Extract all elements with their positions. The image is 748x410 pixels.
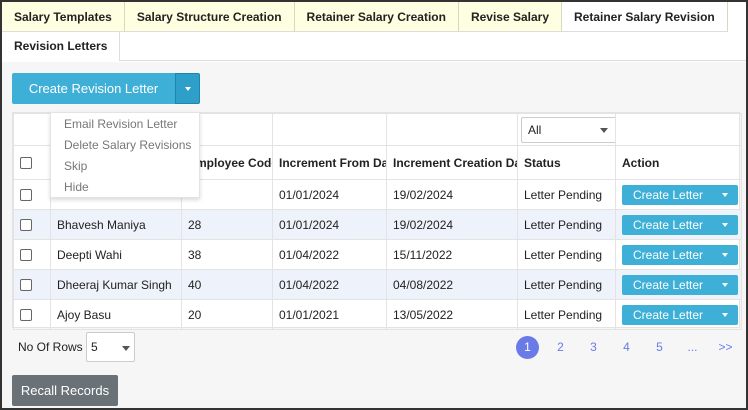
pagination: 1 2 3 4 5 ... >> <box>516 336 746 359</box>
create-letter-label: Create Letter <box>633 277 704 292</box>
caret-down-icon <box>722 192 728 197</box>
cell-code: 20 <box>181 299 273 330</box>
cell-created: 13/05/2022 <box>386 299 518 330</box>
tab-revise-salary[interactable]: Revise Salary <box>458 2 562 32</box>
cell-from: 01/01/2021 <box>272 299 387 330</box>
cell-code: 40 <box>181 269 273 300</box>
caret-down-icon <box>722 252 728 257</box>
create-letter-label: Create Letter <box>633 217 704 232</box>
cell-from: 01/04/2022 <box>272 239 387 270</box>
menu-item-skip[interactable]: Skip <box>51 156 199 177</box>
col-header-increment-from: Increment From Date <box>272 145 387 180</box>
page-3[interactable]: 3 <box>582 336 605 359</box>
cell-status: Letter Pending <box>517 179 616 210</box>
cell-name: Ajoy Basu <box>50 299 182 330</box>
chevron-down-icon <box>600 127 608 133</box>
caret-down-icon <box>722 222 728 227</box>
create-letter-button[interactable]: Create Letter <box>622 184 738 205</box>
create-letter-button[interactable]: Create Letter <box>622 274 738 295</box>
caret-down-icon <box>722 282 728 287</box>
col-header-action: Action <box>615 145 742 180</box>
cell-from: 01/04/2022 <box>272 269 387 300</box>
tab-bar: Salary Templates Salary Structure Creati… <box>2 2 728 32</box>
rows-per-page-value: 5 <box>91 340 98 354</box>
create-letter-label: Create Letter <box>633 247 704 262</box>
cell-status: Letter Pending <box>517 269 616 300</box>
create-revision-letter-button[interactable]: Create Revision Letter <box>12 73 175 104</box>
page-ellipsis[interactable]: ... <box>681 336 704 359</box>
chevron-down-icon <box>122 346 130 351</box>
menu-item-email-revision-letter[interactable]: Email Revision Letter <box>51 114 199 135</box>
cell-created: 19/02/2024 <box>386 179 518 210</box>
create-letter-button[interactable]: Create Letter <box>622 214 738 235</box>
tab-salary-templates[interactable]: Salary Templates <box>2 2 125 32</box>
cell-status: Letter Pending <box>517 239 616 270</box>
page-2[interactable]: 2 <box>549 336 572 359</box>
tab-salary-structure-creation[interactable]: Salary Structure Creation <box>124 2 295 32</box>
cell-created: 15/11/2022 <box>386 239 518 270</box>
status-filter-value: All <box>528 122 542 137</box>
create-options-menu: Email Revision Letter Delete Salary Revi… <box>50 112 200 198</box>
tab-retainer-salary-revision[interactable]: Retainer Salary Revision <box>562 2 728 32</box>
row-checkbox[interactable] <box>20 249 32 262</box>
cell-from: 01/01/2024 <box>272 179 387 210</box>
page-1[interactable]: 1 <box>516 336 539 359</box>
row-checkbox[interactable] <box>20 219 32 232</box>
tab-revision-letters[interactable]: Revision Letters <box>2 32 121 61</box>
recall-records-button[interactable]: Recall Records <box>12 375 118 406</box>
menu-item-delete-salary-revisions[interactable]: Delete Salary Revisions <box>51 135 199 156</box>
tab-retainer-salary-creation[interactable]: Retainer Salary Creation <box>294 2 459 32</box>
page-next[interactable]: >> <box>714 336 737 359</box>
col-header-status: Status <box>517 145 616 180</box>
cell-name: Bhavesh Maniya <box>50 209 182 240</box>
row-checkbox[interactable] <box>20 189 32 202</box>
tab-bar-secondary: Revision Letters <box>2 32 746 61</box>
cell-from: 01/01/2024 <box>272 209 387 240</box>
menu-item-hide[interactable]: Hide <box>51 177 199 198</box>
cell-code: 28 <box>181 209 273 240</box>
cell-created: 04/08/2022 <box>386 269 518 300</box>
row-checkbox[interactable] <box>20 309 32 322</box>
rows-per-page-select[interactable]: 5 <box>86 332 135 362</box>
table-row: Bhavesh Maniya 28 01/01/2024 19/02/2024 … <box>13 209 742 240</box>
cell-created: 19/02/2024 <box>386 209 518 240</box>
table-row: Deepti Wahi 38 01/04/2022 15/11/2022 Let… <box>13 239 742 270</box>
cell-name: Dheeraj Kumar Singh <box>50 269 182 300</box>
row-checkbox[interactable] <box>20 279 32 292</box>
page-4[interactable]: 4 <box>615 336 638 359</box>
app-frame: Salary Templates Salary Structure Creati… <box>0 0 748 410</box>
cell-status: Letter Pending <box>517 299 616 330</box>
create-options-toggle[interactable] <box>175 73 200 104</box>
status-filter-select[interactable]: All <box>521 116 615 143</box>
page-5[interactable]: 5 <box>648 336 671 359</box>
cell-name: Deepti Wahi <box>50 239 182 270</box>
caret-down-icon <box>722 312 728 317</box>
create-letter-button[interactable]: Create Letter <box>622 304 738 325</box>
cell-status: Letter Pending <box>517 209 616 240</box>
rows-per-page-label: No Of Rows : <box>18 340 90 354</box>
table-row: Ajoy Basu 20 01/01/2021 13/05/2022 Lette… <box>13 299 742 330</box>
col-header-increment-creation: Increment Creation Date <box>386 145 518 180</box>
select-all-checkbox[interactable] <box>20 157 32 170</box>
create-letter-button[interactable]: Create Letter <box>622 244 738 265</box>
table-row: Dheeraj Kumar Singh 40 01/04/2022 04/08/… <box>13 269 742 300</box>
cell-code: 38 <box>181 239 273 270</box>
create-letter-label: Create Letter <box>633 187 704 202</box>
caret-down-icon <box>185 87 191 91</box>
create-letter-label: Create Letter <box>633 307 704 322</box>
